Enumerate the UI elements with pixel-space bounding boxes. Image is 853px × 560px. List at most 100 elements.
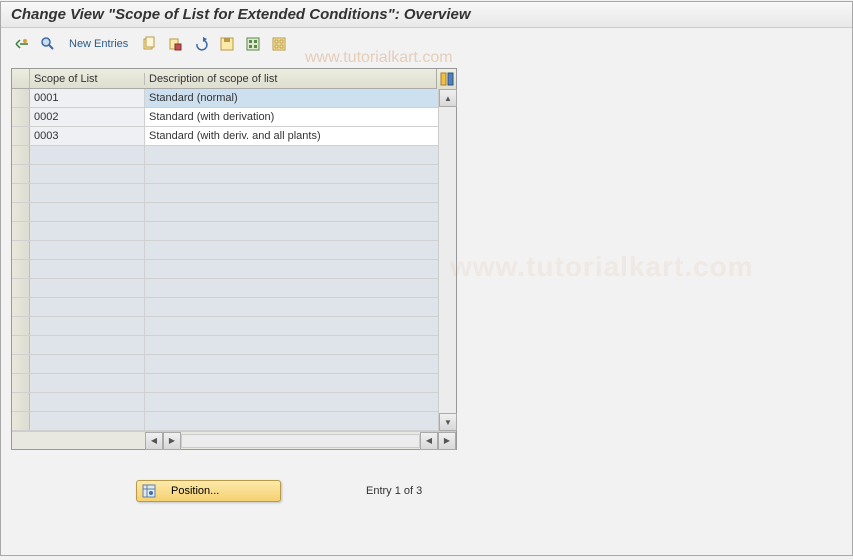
row-selector[interactable] <box>12 260 30 278</box>
cell-scope-empty <box>30 336 145 354</box>
row-selector[interactable] <box>12 412 30 430</box>
cell-scope-empty <box>30 279 145 297</box>
expand-icon[interactable] <box>11 34 33 54</box>
table-row[interactable] <box>12 317 438 336</box>
column-header-scope[interactable]: Scope of List <box>30 73 145 85</box>
scroll-right-inner-icon[interactable]: ▶ <box>163 432 181 450</box>
row-selector[interactable] <box>12 374 30 392</box>
row-selector[interactable] <box>12 241 30 259</box>
table-row[interactable] <box>12 222 438 241</box>
row-selector[interactable] <box>12 108 30 126</box>
table-row[interactable] <box>12 165 438 184</box>
cell-desc-empty <box>145 336 438 354</box>
table-row[interactable] <box>12 393 438 412</box>
cell-scope[interactable]: 0003 <box>30 127 145 145</box>
row-selector[interactable] <box>12 127 30 145</box>
cell-desc-empty <box>145 241 438 259</box>
cell-scope-empty <box>30 298 145 316</box>
table-row[interactable] <box>12 355 438 374</box>
cell-desc-empty <box>145 279 438 297</box>
scroll-down-icon[interactable]: ▼ <box>439 413 457 431</box>
table-row[interactable] <box>12 279 438 298</box>
cell-desc-empty <box>145 298 438 316</box>
row-selector[interactable] <box>12 222 30 240</box>
data-table: Scope of List Description of scope of li… <box>11 68 457 450</box>
table-row[interactable] <box>12 374 438 393</box>
cell-desc[interactable]: Standard (with deriv. and all plants) <box>145 127 438 145</box>
cell-desc-empty <box>145 203 438 221</box>
table-row[interactable] <box>12 146 438 165</box>
table-row[interactable] <box>12 412 438 431</box>
cell-desc[interactable]: Standard (normal) <box>145 89 438 107</box>
cell-scope-empty <box>30 146 145 164</box>
column-header-desc[interactable]: Description of scope of list <box>145 73 436 85</box>
row-selector[interactable] <box>12 355 30 373</box>
table-row[interactable] <box>12 184 438 203</box>
table-row[interactable]: 0003Standard (with deriv. and all plants… <box>12 127 438 146</box>
row-selector[interactable] <box>12 298 30 316</box>
cell-desc-empty <box>145 374 438 392</box>
scroll-track[interactable] <box>439 107 456 413</box>
position-button[interactable]: Position... <box>136 480 281 502</box>
table-header: Scope of List Description of scope of li… <box>12 69 456 89</box>
page-title: Change View "Scope of List for Extended … <box>1 2 852 28</box>
row-selector[interactable] <box>12 146 30 164</box>
select-all-header[interactable] <box>12 69 30 88</box>
vertical-scrollbar[interactable]: ▲ ▼ <box>438 89 456 431</box>
row-selector[interactable] <box>12 317 30 335</box>
position-button-label: Position... <box>165 485 276 497</box>
cell-scope-empty <box>30 393 145 411</box>
row-selector[interactable] <box>12 279 30 297</box>
row-selector[interactable] <box>12 165 30 183</box>
cell-scope-empty <box>30 317 145 335</box>
horizontal-scrollbar[interactable]: ◀ ▶ ◀ ▶ <box>12 431 456 449</box>
row-selector[interactable] <box>12 336 30 354</box>
scroll-left-icon[interactable]: ◀ <box>145 432 163 450</box>
row-selector[interactable] <box>12 393 30 411</box>
find-icon[interactable] <box>37 34 59 54</box>
row-selector[interactable] <box>12 184 30 202</box>
table-row[interactable] <box>12 298 438 317</box>
hscroll-track[interactable] <box>181 434 420 448</box>
cell-desc-empty <box>145 184 438 202</box>
cell-scope[interactable]: 0002 <box>30 108 145 126</box>
undo-icon[interactable] <box>190 34 212 54</box>
cell-desc-empty <box>145 222 438 240</box>
copy-icon[interactable] <box>138 34 160 54</box>
table-row[interactable] <box>12 260 438 279</box>
scroll-right-icon[interactable]: ▶ <box>438 432 456 450</box>
cell-scope-empty <box>30 374 145 392</box>
new-entries-button[interactable]: New Entries <box>63 36 134 52</box>
cell-desc-empty <box>145 146 438 164</box>
table-row[interactable] <box>12 336 438 355</box>
cell-scope-empty <box>30 184 145 202</box>
position-icon <box>141 483 157 499</box>
watermark-background: www.tutorialkart.com <box>450 251 754 283</box>
entry-count-label: Entry 1 of 3 <box>366 485 422 497</box>
cell-scope[interactable]: 0001 <box>30 89 145 107</box>
row-selector[interactable] <box>12 203 30 221</box>
cell-desc-empty <box>145 317 438 335</box>
footer-bar: Position... Entry 1 of 3 <box>1 480 852 502</box>
cell-desc[interactable]: Standard (with derivation) <box>145 108 438 126</box>
deselect-all-icon[interactable] <box>268 34 290 54</box>
delete-icon[interactable] <box>164 34 186 54</box>
table-row[interactable]: 0001Standard (normal) <box>12 89 438 108</box>
cell-desc-empty <box>145 355 438 373</box>
save-icon[interactable] <box>216 34 238 54</box>
table-row[interactable]: 0002Standard (with derivation) <box>12 108 438 127</box>
scroll-up-icon[interactable]: ▲ <box>439 89 457 107</box>
select-all-icon[interactable] <box>242 34 264 54</box>
table-row[interactable] <box>12 241 438 260</box>
cell-scope-empty <box>30 203 145 221</box>
cell-scope-empty <box>30 222 145 240</box>
cell-scope-empty <box>30 355 145 373</box>
cell-scope-empty <box>30 241 145 259</box>
cell-desc-empty <box>145 412 438 430</box>
row-selector[interactable] <box>12 89 30 107</box>
cell-scope-empty <box>30 165 145 183</box>
scroll-left-inner-icon[interactable]: ◀ <box>420 432 438 450</box>
table-config-icon[interactable] <box>436 69 456 89</box>
cell-scope-empty <box>30 412 145 430</box>
table-row[interactable] <box>12 203 438 222</box>
